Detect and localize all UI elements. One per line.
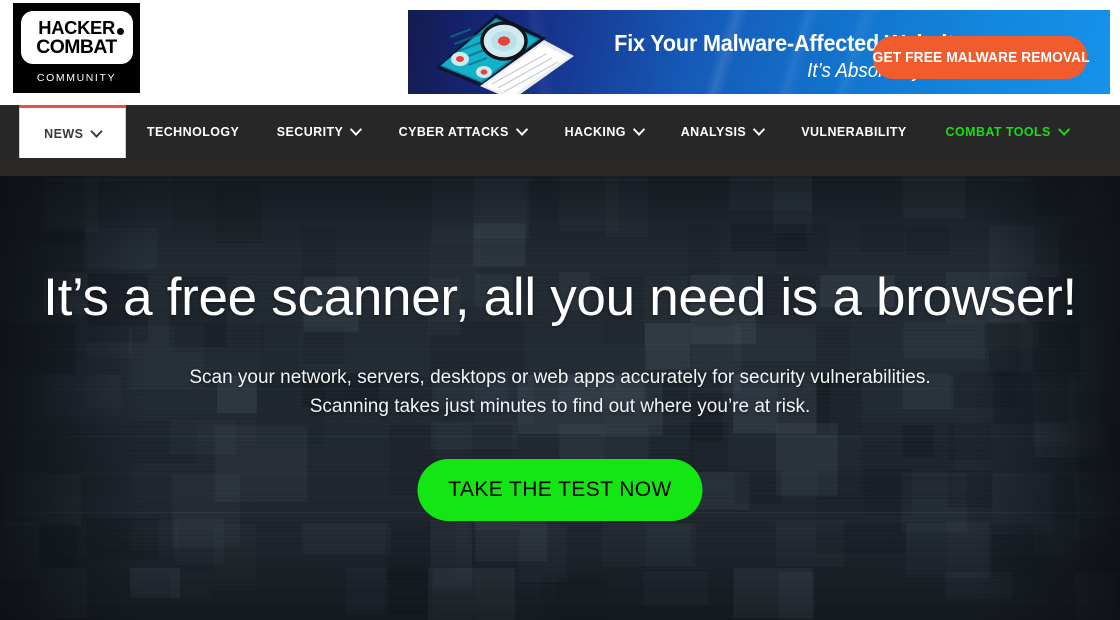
logo-text-line2: COMBAT — [36, 36, 117, 58]
logo-tagline: COMMUNITY — [36, 72, 117, 84]
nav-item-hacking[interactable]: HACKING — [548, 105, 659, 158]
logo-dot-icon — [116, 28, 124, 35]
nav-item-combat-tools[interactable]: COMBAT TOOLS — [929, 105, 1084, 158]
hero-subtext: Scan your network, servers, desktops or … — [0, 363, 1120, 421]
nav-item-label: TECHNOLOGY — [146, 124, 240, 139]
nav-item-label: CYBER ATTACKS — [399, 124, 510, 139]
nav-item-news[interactable]: NEWS — [19, 105, 126, 158]
nav-item-label: COMBAT TOOLS — [945, 124, 1051, 139]
take-the-test-now-button[interactable]: TAKE THE TEST NOW — [417, 459, 703, 521]
hero-subtext-line-2: Scanning takes just minutes to find out … — [309, 396, 811, 417]
nav-item-label: VULNERABILITY — [801, 124, 907, 139]
nav-item-label: ANALYSIS — [680, 124, 747, 139]
nav-item-technology[interactable]: TECHNOLOGY — [130, 105, 255, 158]
nav-item-cyber-attacks[interactable]: CYBER ATTACKS — [383, 105, 543, 158]
laptop-malware-scan-icon — [436, 14, 574, 94]
chevron-down-icon — [352, 125, 361, 134]
nav-bottom-shade — [0, 158, 1120, 176]
nav-item-label: SECURITY — [276, 124, 344, 139]
nav-item-label: HACKING — [564, 124, 626, 139]
nav-list: NEWS TECHNOLOGY SECURITY CYBER ATTACKS HACKI… — [0, 105, 1088, 158]
chevron-down-icon — [518, 125, 527, 134]
logo-plate: HACKER COMBAT — [20, 11, 133, 64]
hero-section: It’s a free scanner, all you need is a b… — [0, 176, 1120, 620]
page-root: HACKER COMBAT COMMUNITY Fix Your Malware… — [0, 0, 1120, 620]
banner-advertisement[interactable]: Fix Your Malware-Affected Website It’s A… — [408, 10, 1110, 94]
logo-text-line1: HACKER — [38, 17, 115, 38]
nav-item-security[interactable]: SECURITY — [260, 105, 376, 158]
chevron-down-icon — [635, 125, 644, 134]
hero-content: It’s a free scanner, all you need is a b… — [0, 176, 1120, 620]
nav-item-label: NEWS — [44, 125, 84, 141]
chevron-down-icon — [92, 127, 101, 136]
get-free-malware-removal-button[interactable]: GET FREE MALWARE REMOVAL — [872, 36, 1090, 79]
site-logo[interactable]: HACKER COMBAT COMMUNITY — [13, 3, 140, 93]
chevron-down-icon — [755, 125, 764, 134]
hero-subtext-line-1: Scan your network, servers, desktops or … — [189, 367, 931, 388]
hero-headline: It’s a free scanner, all you need is a b… — [43, 268, 1077, 327]
main-navigation: NEWS TECHNOLOGY SECURITY CYBER ATTACKS HACKI… — [0, 105, 1120, 158]
chevron-down-icon — [1059, 125, 1068, 134]
nav-item-analysis[interactable]: ANALYSIS — [664, 105, 779, 158]
site-header: HACKER COMBAT COMMUNITY Fix Your Malware… — [0, 0, 1120, 105]
nav-item-vulnerability[interactable]: VULNERABILITY — [785, 105, 923, 158]
